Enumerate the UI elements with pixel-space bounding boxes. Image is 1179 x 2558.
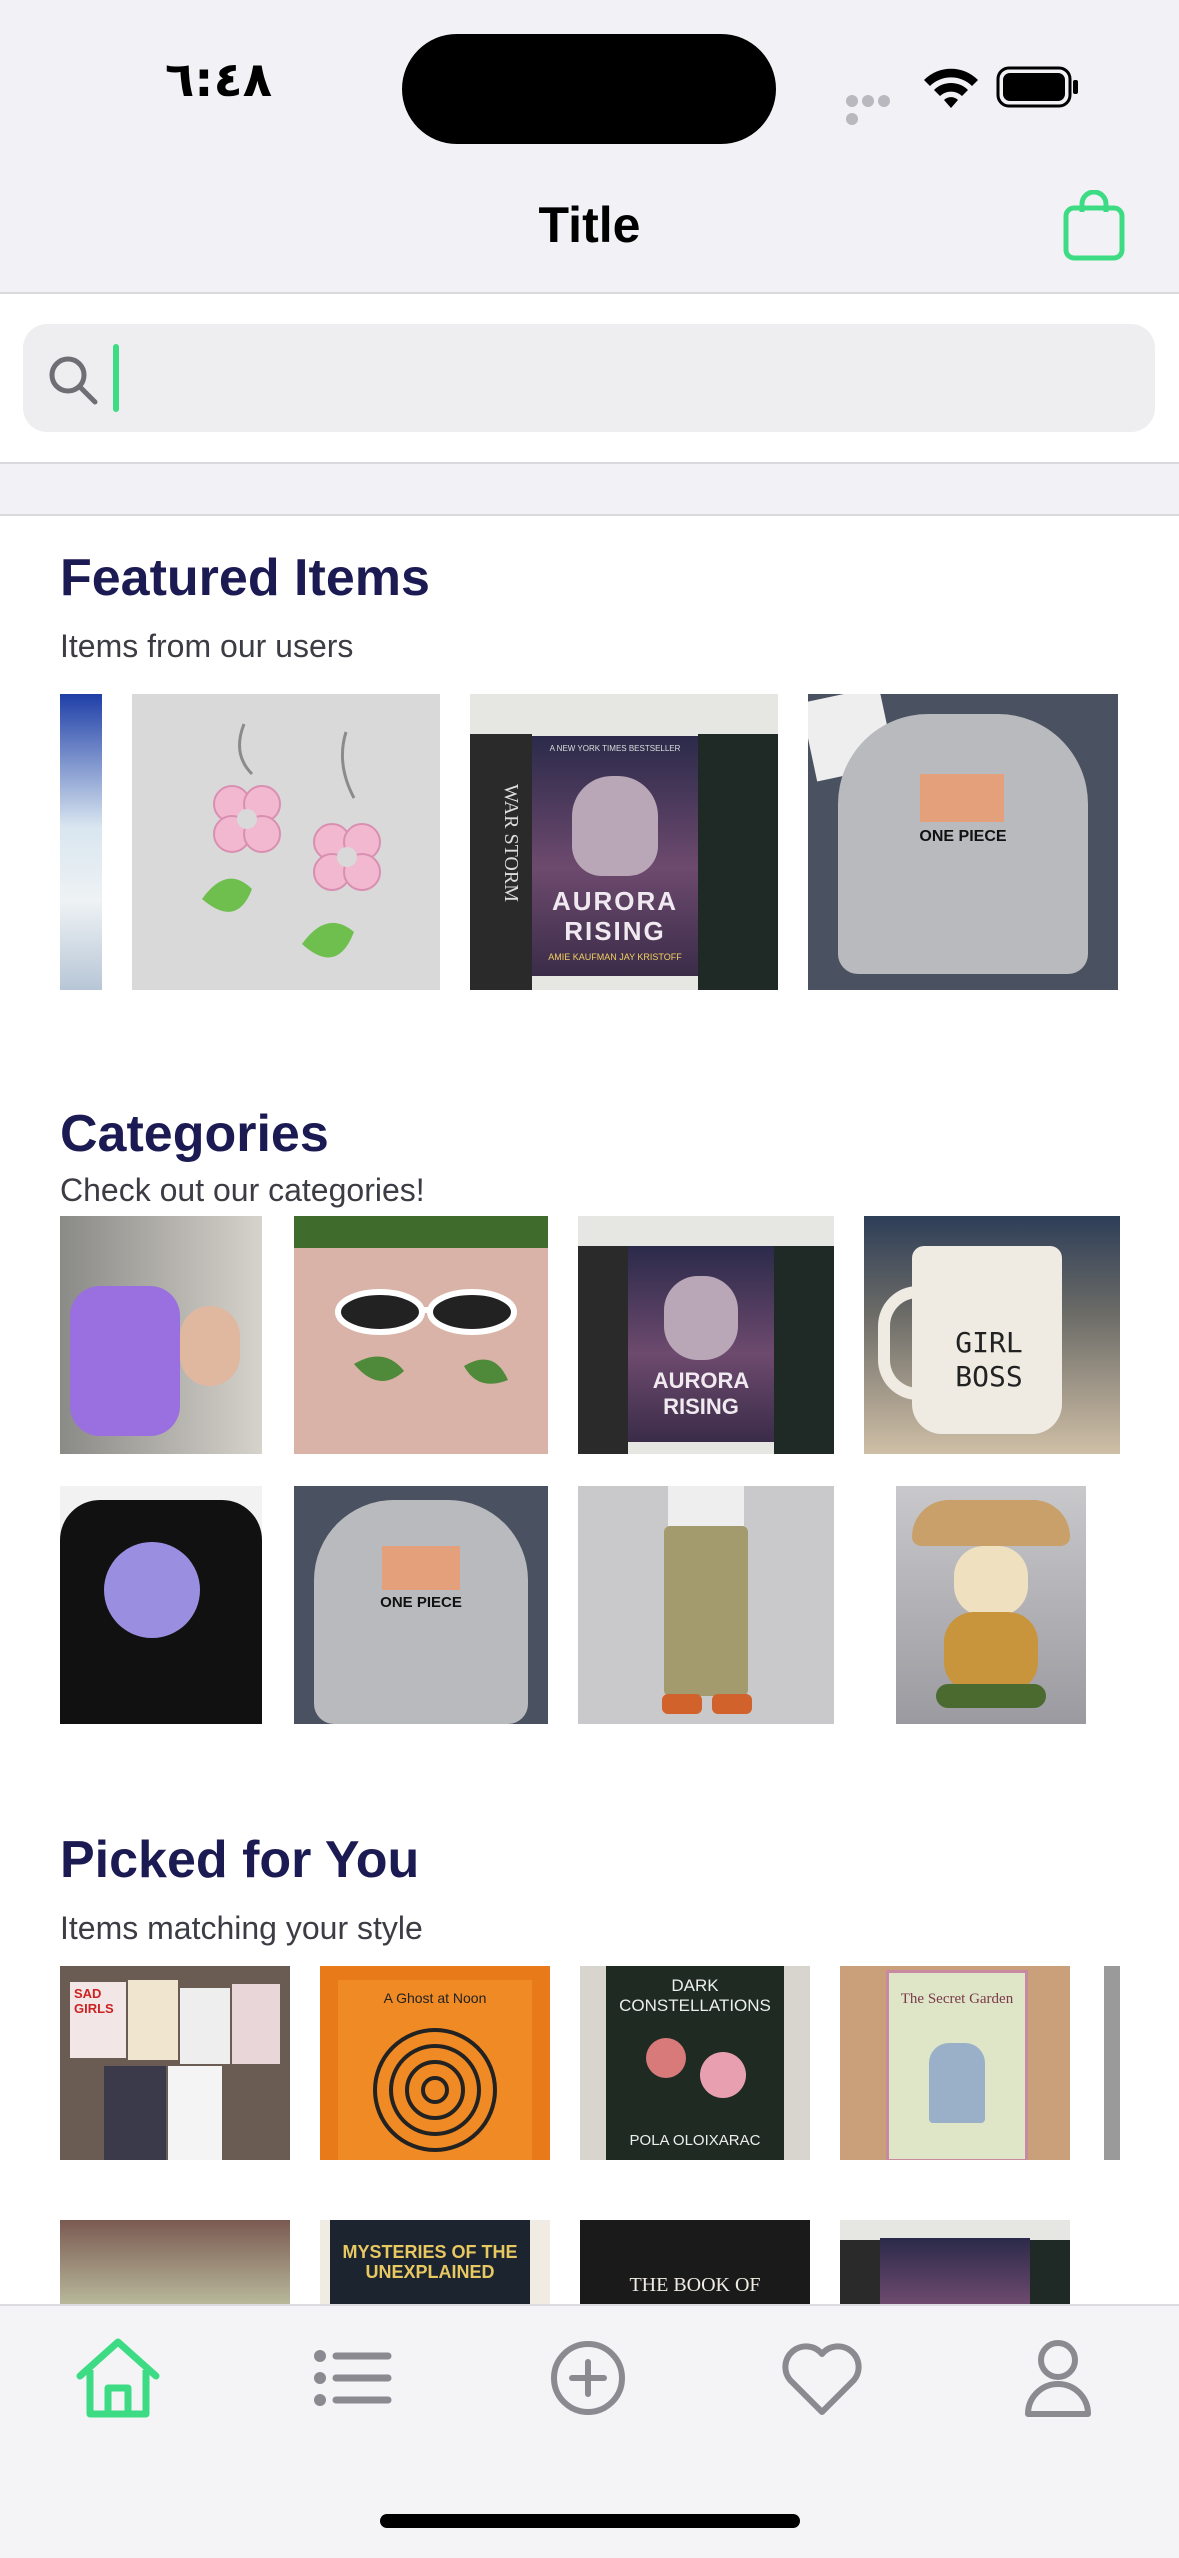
navigation-bar: Title xyxy=(0,160,1179,294)
picked-item-row2-1[interactable] xyxy=(60,2220,290,2304)
hoodie-print-text: ONE PIECE xyxy=(919,828,1007,845)
category-hoodies[interactable]: ONE PIECE xyxy=(294,1486,548,1724)
aurora-title: AURORA RISING xyxy=(551,886,679,946)
book-spine-war-storm: WAR STORM xyxy=(500,784,522,902)
picked-item-secret-garden[interactable]: The Secret Garden xyxy=(840,1966,1070,2160)
wifi-icon xyxy=(924,68,978,108)
picked-item-mysteries[interactable]: MYSTERIES OF THE UNEXPLAINED xyxy=(320,2220,550,2304)
ghost-at-noon-title: A Ghost at Noon xyxy=(383,1990,487,2006)
picked-title: Picked for You xyxy=(60,1831,420,1889)
sunglasses-image xyxy=(335,1289,517,1384)
featured-item-hoodie[interactable]: ONE PIECE xyxy=(808,694,1118,990)
category-hoodie-print: ONE PIECE xyxy=(380,1594,462,1611)
picked-item-sad-girls[interactable]: SAD GIRLS xyxy=(60,1966,290,2160)
earrings-image xyxy=(202,723,381,958)
home-indicator xyxy=(380,2514,800,2528)
picked-item-book-of[interactable]: THE BOOK OF xyxy=(580,2220,810,2304)
category-pants[interactable] xyxy=(578,1486,834,1724)
status-time: ٦:٤٨ xyxy=(165,52,273,108)
status-bar: ٦:٤٨ xyxy=(0,0,1179,160)
categories-subtitle: Check out our categories! xyxy=(60,1172,425,1208)
picked-item-aurora-stack[interactable] xyxy=(840,2220,1070,2304)
category-aurora-title: AURORA RISING xyxy=(652,1368,750,1419)
book-of-title: THE BOOK OF xyxy=(629,2274,761,2296)
dynamic-island xyxy=(402,34,776,144)
picked-item-ghost-at-noon[interactable]: A Ghost at Noon xyxy=(320,1966,550,2160)
picked-subtitle: Items matching your style xyxy=(60,1910,423,1946)
category-accessories[interactable] xyxy=(294,1216,548,1454)
pola-oloixarac-author: POLA OLOIXARAC xyxy=(629,2132,761,2149)
category-decor[interactable] xyxy=(896,1486,1086,1724)
home-icon[interactable] xyxy=(68,2328,168,2428)
category-bags[interactable] xyxy=(60,1216,262,1454)
search-input[interactable] xyxy=(23,324,1155,432)
sad-girls-text: SAD GIRLS xyxy=(74,1986,114,2016)
featured-title: Featured Items xyxy=(60,549,430,607)
featured-item-earrings[interactable] xyxy=(132,694,440,990)
picked-item-partial[interactable] xyxy=(1104,1966,1120,2160)
spiral-cover-art xyxy=(373,2028,497,2152)
shopping-bag-icon[interactable] xyxy=(1062,190,1126,262)
aurora-badge: A NEW YORK TIMES BESTSELLER xyxy=(549,744,681,753)
categories-title: Categories xyxy=(60,1105,329,1163)
mug-text: GIRL BOSS xyxy=(955,1326,1023,1393)
category-books[interactable]: AURORA RISING xyxy=(578,1216,834,1454)
page-title: Title xyxy=(538,197,641,253)
search-container xyxy=(0,294,1179,464)
featured-item-partial[interactable] xyxy=(60,694,102,990)
battery-icon xyxy=(996,66,1078,108)
featured-item-aurora-rising[interactable]: WAR STORM A NEW YORK TIMES BESTSELLER AU… xyxy=(470,694,778,990)
aurora-authors: AMIE KAUFMAN JAY KRISTOFF xyxy=(548,952,682,962)
category-home[interactable]: GIRL BOSS xyxy=(864,1216,1120,1454)
dark-constellations-title: DARK CONSTELLATIONS xyxy=(619,1976,771,2015)
section-divider xyxy=(0,464,1179,516)
person-icon[interactable] xyxy=(1008,2328,1108,2428)
cellular-signal-icon xyxy=(846,94,908,125)
add-circle-icon[interactable] xyxy=(538,2328,638,2428)
mysteries-title: MYSTERIES OF THE UNEXPLAINED xyxy=(342,2242,518,2282)
featured-subtitle: Items from our users xyxy=(60,628,354,664)
category-tshirts[interactable] xyxy=(60,1486,262,1724)
search-icon xyxy=(49,356,98,405)
heart-icon[interactable] xyxy=(772,2328,872,2428)
list-icon[interactable] xyxy=(302,2328,402,2428)
text-cursor xyxy=(113,344,119,412)
secret-garden-title: The Secret Garden xyxy=(900,1991,1014,2007)
picked-item-dark-constellations[interactable]: DARK CONSTELLATIONS POLA OLOIXARAC xyxy=(580,1966,810,2160)
